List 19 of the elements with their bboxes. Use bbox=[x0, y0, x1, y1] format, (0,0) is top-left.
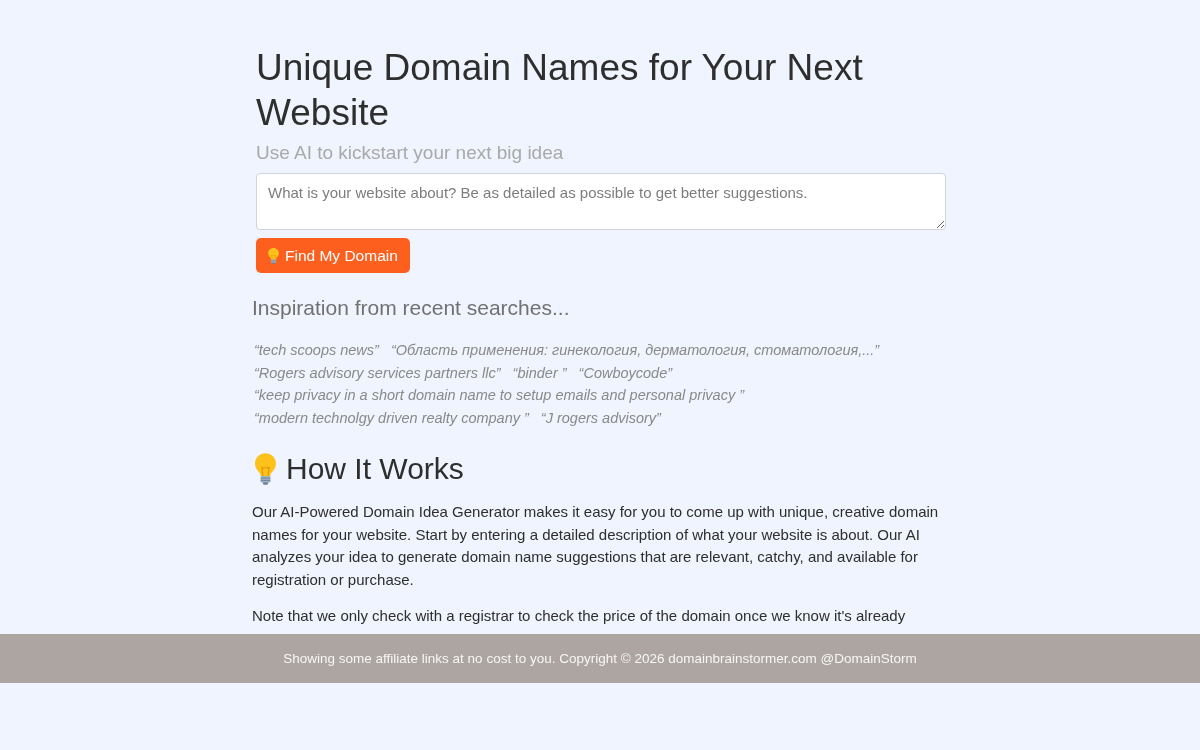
body-paragraph: Note that we only check with a registrar to check the price of the domain once we know it's already bbox=[252, 606, 907, 627]
recent-search-link[interactable]: “J rogers advisory” bbox=[540, 406, 661, 429]
page-subtitle: Use AI to kickstart your next big idea bbox=[256, 141, 564, 165]
lightbulb-icon bbox=[268, 247, 279, 264]
recent-search-link[interactable]: “Cowboycode” bbox=[578, 361, 673, 384]
find-domain-button[interactable]: Find My Domain bbox=[256, 238, 410, 273]
section-heading: How It Works bbox=[286, 451, 464, 487]
lightbulb-icon bbox=[255, 453, 276, 485]
recent-search-link[interactable]: “Область применения: гинекология, дерматология, стоматология,...” bbox=[390, 339, 880, 362]
recent-search-link[interactable]: “binder ” bbox=[512, 361, 567, 384]
recent-search-link[interactable]: “tech scoops news” bbox=[254, 339, 379, 362]
recent-search-link[interactable]: “keep privacy in a short domain name to setup emails and personal privacy ” bbox=[254, 384, 745, 407]
section-heading: Inspiration from recent searches... bbox=[252, 295, 571, 321]
footer-text: Showing some affiliate links at no cost to you. Copyright © 2026 domainbrainstormer.com @DomainStorm bbox=[283, 650, 917, 666]
body-paragraph: Our AI-Powered Domain Idea Generator makes it easy for you to come up with unique, creative domain names for your website. Start by entering a detailed description of what your website is about. Our AI analyzes your idea to generate domain name suggestions that are relevant, catchy, and available for registration or purchase. bbox=[252, 502, 940, 590]
description-field[interactable]: What is your website about? Be as detailed as possible to get better suggestions. bbox=[256, 173, 946, 230]
recent-search-link[interactable]: “modern technolgy driven realty company ” bbox=[254, 406, 529, 429]
page-title: Unique Domain Names for Your Next Website bbox=[256, 46, 864, 135]
recent-search-link[interactable]: “Rogers advisory services partners llc” bbox=[254, 361, 501, 384]
